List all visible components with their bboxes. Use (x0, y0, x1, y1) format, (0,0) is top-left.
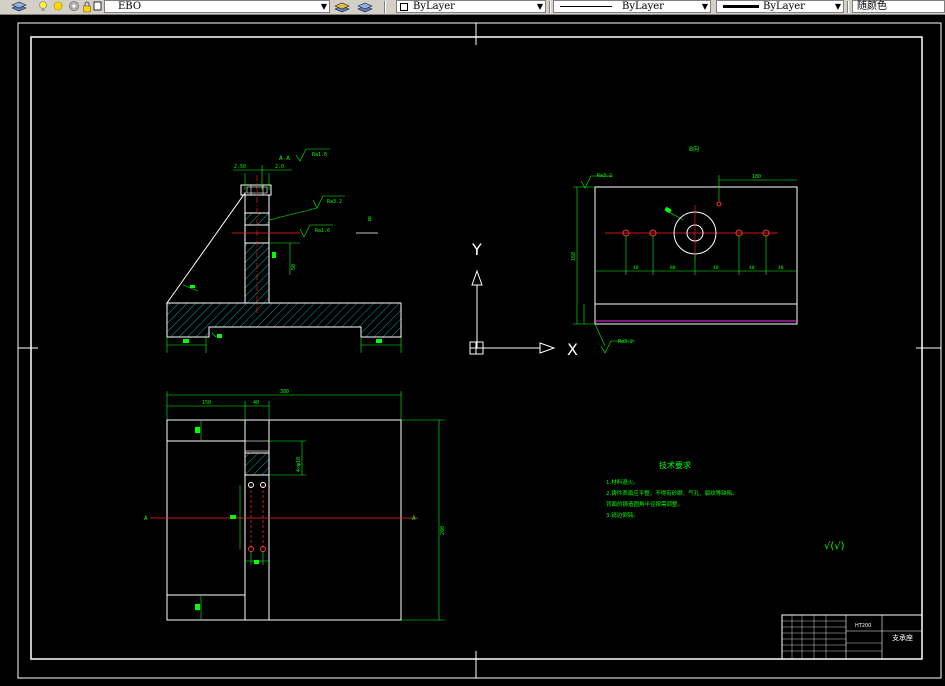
note-line: 2.铸件表面应平整，不得有砂眼、气孔、裂纹等缺陷。 (606, 489, 738, 497)
technical-notes: 技术要求 1.材料退火。 2.铸件表面应平整，不得有砂眼、气孔、裂纹等缺陷。 背… (606, 460, 845, 552)
layer-previous-icon[interactable] (356, 0, 374, 14)
dim-label: 40 (633, 265, 639, 271)
dimension-text-block (664, 206, 672, 214)
top-view: 380 150 40 200 4×φ10 A A (144, 389, 446, 621)
leader-line (594, 323, 606, 347)
dim-label: 40 (749, 265, 755, 271)
dimension-text-block (183, 339, 189, 343)
lineweight-value: ByLayer (763, 1, 805, 12)
drawing-canvas[interactable]: 2.50 2.0 A-A Ra1.6 Ra3.2 Ra1.6 50 B Y X (0, 15, 945, 686)
ucs-x-arrow (539, 342, 556, 354)
dimension-text-block (190, 285, 195, 288)
dim-label: 50 (291, 264, 297, 270)
column-hatch (244, 452, 270, 476)
lineweight-sample-icon (723, 5, 759, 8)
lightbulb-icon[interactable] (38, 0, 48, 14)
title-block-material: HT200 (855, 623, 871, 629)
make-object-layer-current-icon[interactable] (333, 0, 351, 14)
front-section-view: 2.50 2.0 A-A Ra1.6 Ra3.2 Ra1.6 50 B (166, 148, 402, 353)
leader-line (268, 207, 318, 221)
dimension-text-block (376, 339, 382, 343)
notes-title: 技术要求 (659, 460, 691, 470)
section-mark-left: A (144, 515, 148, 522)
sun-icon[interactable] (52, 0, 64, 14)
dimension-text-block (195, 604, 200, 610)
dimension-text-block (254, 560, 259, 564)
base-plate-hatch (166, 302, 402, 338)
color-wheel-icon[interactable] (68, 0, 80, 14)
chevron-down-icon[interactable]: ▼ (702, 1, 708, 13)
leader-line (668, 211, 684, 221)
cad-drawing: 2.50 2.0 A-A Ra1.6 Ra3.2 Ra1.6 50 B Y X (17, 22, 942, 679)
roughness-label: Ra1.6 (315, 228, 330, 234)
toolbar-separator (384, 1, 386, 13)
color-control-dropdown[interactable]: ByLayer ▼ (396, 0, 546, 13)
title-block: HT200 支承座 (781, 614, 923, 660)
dim-label: 40 (253, 400, 259, 406)
linetype-control-dropdown[interactable]: ByLayer ▼ (553, 0, 711, 13)
rib-outline (166, 191, 246, 304)
dim-label: 150 (202, 400, 211, 406)
plotstyle-value: 随颜色 (857, 1, 887, 12)
roughness-label: Ra1.6 (312, 152, 327, 158)
linetype-value: ByLayer (622, 1, 664, 12)
lock-icon[interactable] (82, 0, 92, 14)
layer-manager-icon[interactable] (10, 0, 28, 14)
layer-color-swatch-icon[interactable] (93, 0, 103, 14)
toolbar-separator (549, 1, 551, 13)
color-value: ByLayer (413, 1, 455, 12)
ucs-y-arrow (471, 269, 483, 286)
note-line: 背面的铸造圆角半径按需调整。 (606, 500, 683, 508)
dim-label: 40 (713, 265, 719, 271)
toolbar-separator (847, 1, 849, 13)
color-swatch-icon (400, 3, 408, 11)
roughness-label: Ra3.2 (597, 173, 612, 179)
dimension-text-block (195, 427, 200, 433)
roughness-label: Ra3.2 (327, 199, 342, 205)
section-mark-right: A (412, 515, 416, 522)
b-direction-view: B向 180 160 Ra3.2 Ra3.2 40 80 40 40 40 (571, 145, 798, 354)
layer-name: EBO (118, 1, 142, 12)
chevron-down-icon[interactable]: ▼ (835, 1, 841, 13)
note-line: 1.材料退火。 (606, 478, 639, 486)
dim-label: 2.0 (275, 164, 284, 170)
ucs-icon: Y X (469, 240, 578, 359)
plate-outline (166, 419, 402, 621)
view-mark: B (368, 216, 372, 223)
chevron-down-icon[interactable]: ▼ (537, 1, 543, 13)
dim-label: 380 (280, 389, 289, 395)
dim-label: 80 (670, 265, 676, 271)
dim-label: 180 (752, 174, 761, 180)
chevron-down-icon[interactable]: ▼ (321, 1, 327, 13)
bolt-hole (716, 201, 722, 207)
dimension-text-block (217, 334, 222, 338)
roughness-label: Ra3.2 (618, 339, 633, 345)
dimension-text-block (272, 252, 276, 258)
view-title: B向 (689, 145, 699, 153)
dim-label: 2.50 (234, 164, 246, 170)
note-line: 3.锐边倒钝。 (606, 511, 639, 519)
section-label: A-A (279, 155, 290, 162)
layer-dropdown[interactable]: EBO ▼ (104, 0, 330, 13)
title-block-part-name: 支承座 (892, 633, 913, 642)
column-top-feature (244, 440, 270, 452)
plotstyle-control-dropdown[interactable]: 随颜色 (852, 0, 945, 13)
roughness-general: √(√) (824, 541, 845, 552)
ucs-x-label: X (567, 340, 578, 359)
dim-label: 4×φ10 (296, 457, 302, 472)
ucs-y-label: Y (471, 240, 482, 259)
lineweight-control-dropdown[interactable]: ByLayer ▼ (716, 0, 844, 13)
properties-toolbar: EBO ▼ ByLayer ▼ ByLayer ▼ ByLayer ▼ 随颜色 (0, 0, 945, 15)
dim-label: 160 (571, 252, 577, 261)
dimension-text-block (230, 515, 236, 519)
plate-outline (594, 186, 798, 305)
dim-label: 40 (778, 265, 784, 271)
linetype-sample-icon (560, 6, 612, 7)
dim-label: 200 (440, 526, 446, 535)
leader-line (211, 332, 217, 338)
outer-frame (17, 22, 942, 679)
